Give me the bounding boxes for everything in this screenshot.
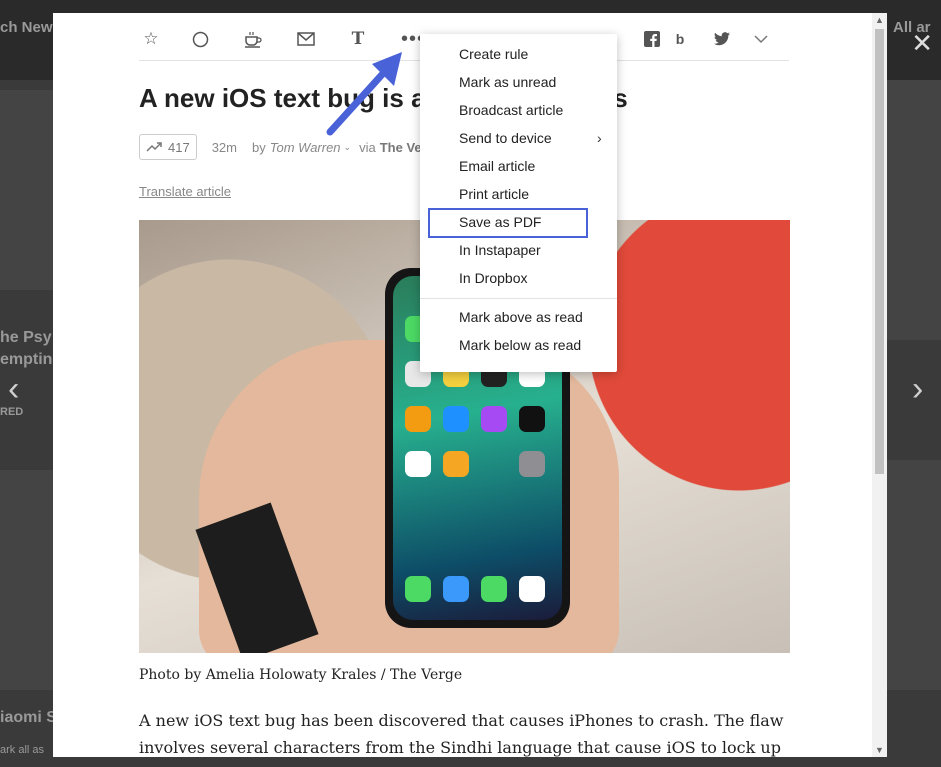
circle-icon[interactable] [188, 27, 212, 51]
menu-item-broadcast-article[interactable]: Broadcast article [459, 102, 563, 118]
dock-app-tile [481, 576, 507, 602]
menu-item-in-dropbox[interactable]: In Dropbox [459, 270, 527, 286]
background-label: ark all as [0, 744, 45, 756]
app-tile [443, 451, 469, 477]
previous-article-arrow-icon[interactable]: ‹ [8, 370, 19, 409]
modal-scrollbar[interactable]: ▲ ▼ [872, 13, 887, 757]
scroll-thumb[interactable] [875, 29, 884, 474]
app-tile [519, 406, 545, 432]
next-article-arrow-icon[interactable]: › [912, 370, 923, 409]
menu-item-email-article[interactable]: Email article [459, 158, 535, 174]
background-tile [0, 90, 53, 290]
background-tile [887, 80, 941, 340]
submenu-chevron-icon[interactable]: › [597, 130, 602, 146]
mail-icon[interactable] [294, 27, 318, 51]
dock-app-tile [405, 576, 431, 602]
trend-icon [146, 142, 162, 152]
background-tile [0, 470, 53, 690]
menu-divider [420, 298, 617, 299]
trend-badge[interactable]: 417 [139, 134, 197, 160]
author-chevron-icon[interactable]: ⌄ [344, 142, 352, 153]
app-tile [405, 451, 431, 477]
background-label: emptin [0, 351, 53, 368]
twitter-icon[interactable] [710, 27, 734, 51]
menu-item-mark-above-as-read[interactable]: Mark above as read [459, 309, 583, 325]
annotation-arrow-icon [326, 52, 402, 136]
facebook-icon[interactable] [640, 27, 664, 51]
menu-item-mark-below-as-read[interactable]: Mark below as read [459, 337, 581, 353]
menu-item-print-article[interactable]: Print article [459, 186, 529, 202]
app-tile [519, 451, 545, 477]
scroll-down-icon[interactable]: ▼ [872, 743, 887, 757]
app-tile [405, 406, 431, 432]
star-icon[interactable]: ☆ [139, 27, 163, 51]
close-icon[interactable]: ✕ [911, 28, 933, 59]
scroll-up-icon[interactable]: ▲ [872, 13, 887, 27]
dock-app-tile [519, 576, 545, 602]
chevron-down-icon[interactable] [749, 27, 773, 51]
translate-article-link[interactable]: Translate article [139, 184, 231, 199]
background-label: iaomi S [0, 709, 57, 726]
app-tile [481, 406, 507, 432]
background-tile [887, 460, 941, 690]
by-prefix: by [252, 139, 266, 155]
app-tile [443, 406, 469, 432]
menu-item-in-instapaper[interactable]: In Instapaper [459, 242, 541, 258]
menu-item-mark-as-unread[interactable]: Mark as unread [459, 74, 556, 90]
background-label: ch News [0, 19, 61, 36]
save-as-pdf-highlight-box [428, 208, 588, 238]
photo-caption: Photo by Amelia Holowaty Krales / The Ve… [139, 667, 463, 683]
menu-item-send-to-device[interactable]: Send to device [459, 130, 552, 146]
trend-count: 417 [168, 139, 190, 155]
menu-item-create-rule[interactable]: Create rule [459, 46, 528, 62]
more-actions-menu: Create rule Mark as unread Broadcast art… [420, 34, 617, 372]
background-label: he Psy [0, 329, 52, 346]
article-age: 32m [211, 139, 237, 155]
coffee-icon[interactable] [241, 27, 265, 51]
dock-app-tile [443, 576, 469, 602]
buffer-icon[interactable]: b [668, 27, 692, 51]
article-body: A new iOS text bug has been discovered t… [139, 711, 784, 757]
